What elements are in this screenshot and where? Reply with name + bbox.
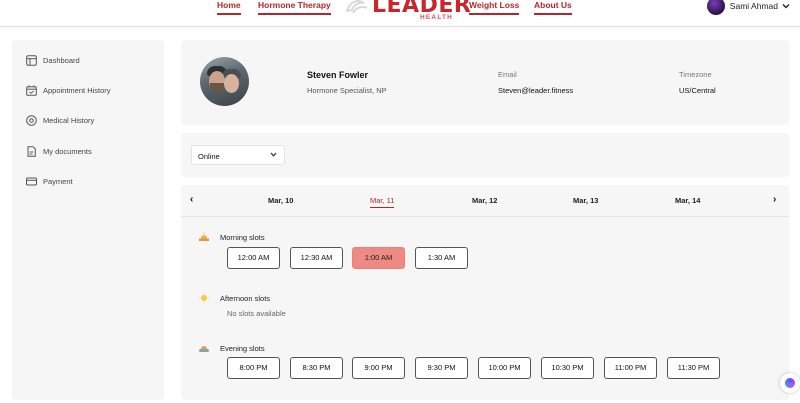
time-slot-button[interactable]: 11:00 PM [604, 357, 657, 379]
user-menu[interactable]: Sami Ahmad [706, 0, 790, 15]
time-slot-button-selected[interactable]: 1:00 AM [352, 247, 405, 269]
timezone-label: Timezone [679, 70, 712, 79]
sun-icon [199, 293, 209, 303]
timezone-value: US/Central [679, 86, 716, 95]
morning-slots-header: Morning slots [198, 232, 265, 242]
date-selector: ‹ Mar, 10 Mar, 11 Mar, 12 Mar, 13 Mar, 1… [181, 185, 789, 217]
dashboard-icon [26, 55, 37, 66]
sidebar-item-label: Dashboard [43, 56, 80, 65]
time-slot-button[interactable]: 12:00 AM [227, 247, 280, 269]
chat-widget-button[interactable] [780, 373, 800, 393]
nav-about-us[interactable]: About Us [534, 0, 572, 15]
date-tab[interactable]: Mar, 13 [573, 196, 598, 205]
sunrise-icon [199, 232, 209, 241]
time-slot-button[interactable]: 11:30 PM [667, 357, 720, 379]
document-icon [26, 146, 37, 157]
email-value: Steven@leader.fitness [498, 86, 574, 95]
sidebar: Dashboard Appointment History Medical Hi… [12, 40, 164, 400]
afternoon-slots-title: Afternoon slots [220, 293, 271, 303]
date-tab-active[interactable]: Mar, 11 [370, 196, 395, 208]
chevron-left-icon[interactable]: ‹ [190, 194, 193, 205]
schedule-panel: ‹ Mar, 10 Mar, 11 Mar, 12 Mar, 13 Mar, 1… [181, 185, 789, 400]
provider-name: Steven Fowler [307, 70, 369, 80]
date-tab[interactable]: Mar, 12 [472, 196, 497, 205]
sidebar-item-medical-history[interactable]: Medical History [26, 115, 94, 126]
evening-slots-title: Evening slots [220, 343, 265, 353]
calendar-icon [26, 85, 37, 96]
logo-subtext: HEALTH [420, 14, 454, 21]
date-tab[interactable]: Mar, 14 [675, 196, 700, 205]
sidebar-item-dashboard[interactable]: Dashboard [26, 55, 80, 66]
date-tab[interactable]: Mar, 10 [268, 196, 293, 205]
logo-mark-icon [345, 0, 368, 14]
appointment-filter: Online [181, 133, 789, 177]
visit-mode-select[interactable]: Online [191, 145, 285, 165]
card-icon [26, 176, 37, 187]
provider-role: Hormone Specialist, NP [307, 86, 387, 95]
logo[interactable]: LEADER HEALTH [344, 0, 471, 24]
provider-photo [200, 57, 249, 106]
sunset-icon [199, 346, 209, 352]
sidebar-item-label: My documents [43, 147, 92, 156]
morning-slots-title: Morning slots [220, 232, 265, 242]
sidebar-item-label: Appointment History [43, 86, 111, 95]
medical-icon [26, 115, 37, 126]
sidebar-item-label: Medical History [43, 116, 95, 125]
sidebar-item-my-documents[interactable]: My documents [26, 146, 92, 157]
no-slots-message: No slots available [227, 309, 286, 318]
time-slot-button[interactable]: 10:30 PM [541, 357, 594, 379]
visit-mode-value: Online [198, 152, 220, 161]
time-slot-button[interactable]: 9:30 PM [415, 357, 468, 379]
time-slot-button[interactable]: 9:00 PM [352, 357, 405, 379]
time-slot-button[interactable]: 12:30 AM [290, 247, 343, 269]
provider-profile-card: Steven Fowler Hormone Specialist, NP Ema… [181, 40, 789, 125]
chevron-right-icon[interactable]: › [773, 194, 776, 205]
sidebar-item-appointment-history[interactable]: Appointment History [26, 85, 111, 96]
avatar [706, 0, 725, 15]
nav-hormone-therapy[interactable]: Hormone Therapy [258, 0, 331, 15]
time-slot-button[interactable]: 10:00 PM [478, 357, 531, 379]
nav-home[interactable]: Home [217, 0, 241, 15]
evening-slots-header: Evening slots [198, 343, 265, 353]
chat-icon [785, 378, 795, 388]
time-slot-button[interactable]: 1:30 AM [415, 247, 468, 269]
chevron-down-icon [270, 152, 277, 157]
email-label: Email [498, 70, 517, 79]
chevron-down-icon [782, 4, 790, 9]
user-name: Sami Ahmad [729, 1, 778, 11]
sidebar-item-label: Payment [43, 177, 73, 186]
nav-weight-loss[interactable]: Weight Loss [469, 0, 520, 15]
time-slot-button[interactable]: 8:30 PM [290, 357, 343, 379]
time-slot-button[interactable]: 8:00 PM [227, 357, 280, 379]
sidebar-item-payment[interactable]: Payment [26, 176, 73, 187]
afternoon-slots-header: Afternoon slots [198, 293, 270, 303]
top-nav: Home Hormone Therapy LEADER HEALTH Weigh… [0, 0, 800, 27]
